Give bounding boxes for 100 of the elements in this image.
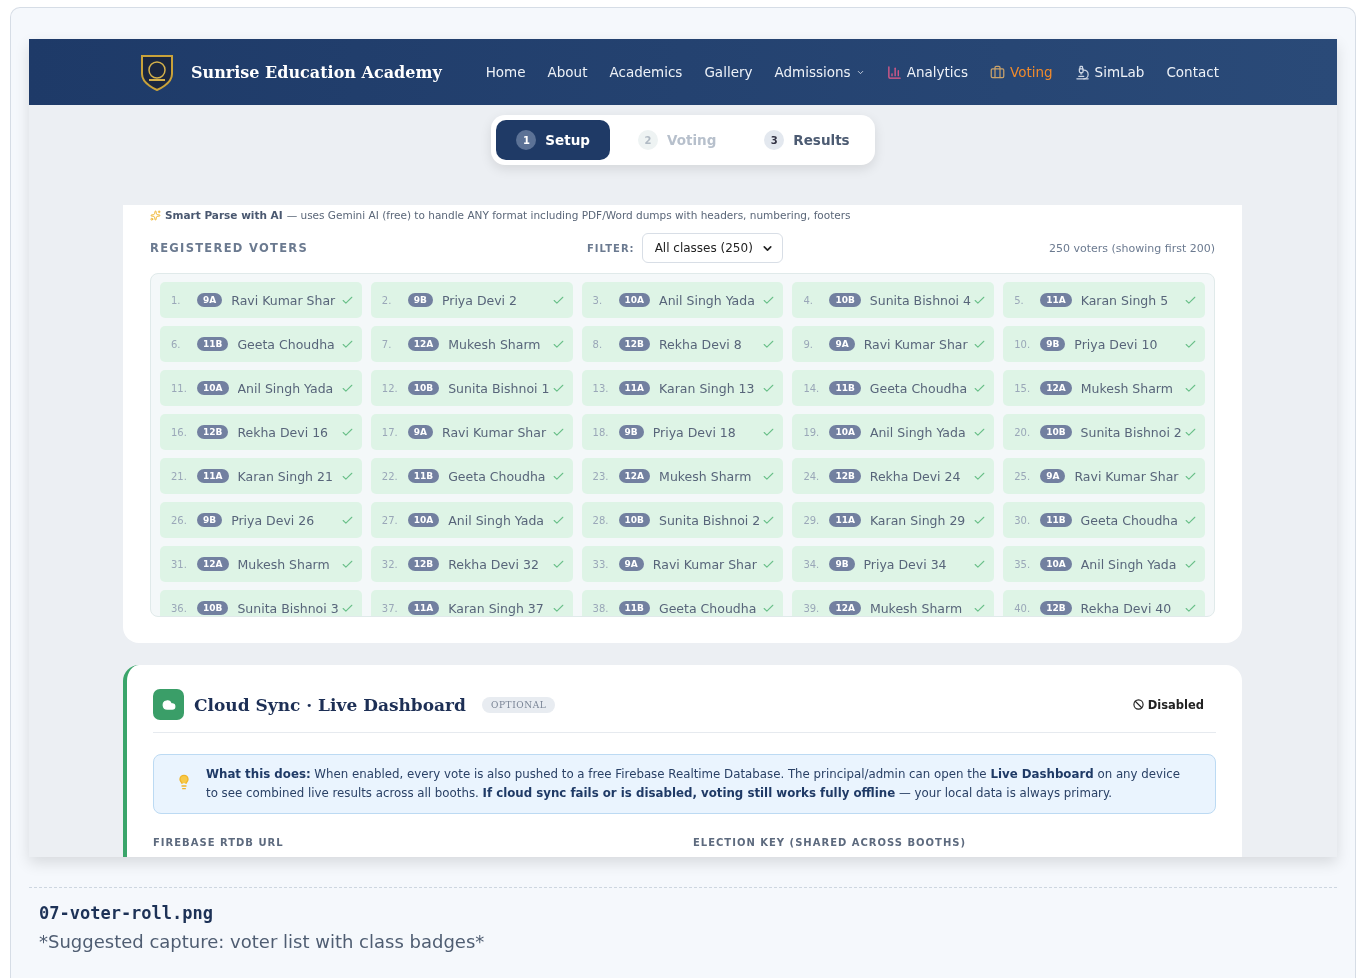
voter-number: 2. [381, 294, 393, 306]
class-badge: 12A [829, 601, 861, 615]
voter-number: 38. [592, 602, 610, 614]
voter-name: Sunita Bishnoi 4 [869, 292, 973, 308]
voter-number: 1. [171, 294, 182, 306]
voter-name: Rekha Devi 8 [659, 336, 743, 352]
voter-number: 22. [381, 470, 399, 482]
nav-link[interactable]: Admissions [774, 64, 865, 80]
voter-name: Sunita Bishnoi 1 [448, 380, 551, 396]
voter-number: 3. [592, 294, 604, 306]
voter-number: 34. [803, 558, 821, 570]
class-badge: 11A [618, 381, 651, 395]
caption-text: *Suggested capture: voter list with class badges* [39, 931, 486, 952]
step-number: 3 [764, 130, 785, 150]
class-badge: 11B [618, 601, 650, 615]
voter-number: 14. [803, 382, 821, 394]
voter-name: Mukesh Sharm [448, 336, 542, 352]
class-badge: 9A [407, 425, 434, 439]
voter-number: 11. [171, 382, 188, 394]
step-tab[interactable]: 1 Setup [496, 120, 610, 160]
voter-number: 32. [381, 558, 399, 570]
class-badge: 9B [197, 513, 223, 527]
class-badge: 9B [618, 425, 644, 439]
voter-name: Karan Singh 5 [1080, 292, 1170, 308]
voter-number: 12. [381, 382, 399, 394]
class-badge: 12A [1040, 381, 1072, 395]
class-badge: 11A [197, 469, 229, 483]
class-filter-select[interactable]: All classes (250) [641, 233, 783, 263]
disabled-icon [1132, 699, 1144, 710]
file-name: 07-voter-roll.png [39, 903, 214, 923]
nav-link[interactable]: Gallery [704, 64, 753, 80]
class-badge: 12A [407, 337, 440, 351]
voter-number: 19. [803, 426, 821, 438]
voter-name: Mukesh Sharm [1080, 380, 1174, 396]
voter-number: 5. [1014, 294, 1025, 306]
section-title: REGISTERED VOTERS [150, 241, 310, 255]
voter-number: 40. [1014, 602, 1032, 614]
nav-link[interactable]: About [547, 64, 588, 80]
brand-name[interactable]: Sunrise Education Academy [191, 62, 442, 82]
voter-name: Karan Singh 13 [659, 380, 756, 396]
voter-name: Karan Singh 37 [448, 600, 545, 616]
voter-name: Karan Singh 21 [237, 468, 334, 484]
nav-link[interactable]: Home [485, 64, 526, 80]
class-badge: 11B [829, 381, 861, 395]
voter-number: 17. [381, 426, 399, 438]
voter-count: 250 voters (showing first 200) [1048, 241, 1215, 255]
school-crest-logo [139, 52, 175, 92]
voter-number: 26. [171, 514, 188, 526]
field-label: ELECTION KEY (SHARED ACROSS BOOTHS) [693, 837, 968, 848]
smart-parse-title: Smart Parse with AI [165, 209, 283, 221]
voter-number: 18. [592, 426, 610, 438]
voter-name: Anil Singh Yada [448, 512, 546, 528]
voter-name: Mukesh Sharm [659, 468, 753, 484]
optional-badge: OPTIONAL [481, 696, 556, 713]
voter-name: Sunita Bishnoi 2 [659, 512, 762, 528]
voter-name: Geeta Choudha [659, 600, 758, 616]
voter-name: Sunita Bishnoi 3 [237, 600, 340, 616]
class-badge: 11B [1040, 513, 1072, 527]
voter-number: 27. [381, 514, 399, 526]
class-badge: 10B [1040, 425, 1072, 439]
voter-name: Rekha Devi 32 [448, 556, 540, 572]
nav-link[interactable]: Contact [1166, 64, 1219, 80]
class-badge: 9A [618, 557, 644, 571]
voter-number: 21. [171, 470, 188, 482]
voter-number: 7. [381, 338, 393, 350]
voter-name: Priya Devi 10 [1074, 336, 1159, 352]
voter-number: 39. [803, 602, 821, 614]
class-badge: 9A [197, 293, 223, 307]
nav-link[interactable]: Analytics [886, 64, 968, 80]
voter-number: 16. [171, 426, 188, 438]
voter-number: 30. [1014, 514, 1032, 526]
class-badge: 12B [829, 469, 861, 483]
nav-link[interactable]: Voting [989, 64, 1053, 80]
voter-number: 4. [803, 294, 814, 306]
class-badge: 10A [197, 381, 229, 395]
voter-number: 6. [171, 338, 182, 350]
voter-number: 25. [1014, 470, 1032, 482]
step-tab[interactable]: 3 Results [744, 120, 870, 160]
voter-name: Rekha Devi 24 [869, 468, 962, 484]
voter-number: 37. [381, 602, 399, 614]
class-badge: 12B [1040, 601, 1072, 615]
lightbulb-icon [176, 774, 192, 790]
class-badge: 9B [829, 557, 855, 571]
nav-link[interactable]: Academics [609, 64, 683, 80]
step-number: 1 [516, 130, 537, 150]
voter-name: Rekha Devi 40 [1080, 600, 1173, 616]
class-badge: 10B [618, 513, 650, 527]
voter-name: Mukesh Sharm [869, 600, 964, 616]
cloud-icon [153, 689, 184, 720]
voter-name: Anil Singh Yada [869, 424, 967, 440]
nav-link[interactable]: SimLab [1074, 64, 1145, 80]
voter-name: Ravi Kumar Shar [442, 424, 548, 440]
class-badge: 11A [407, 601, 440, 615]
voter-number: 35. [1014, 558, 1032, 570]
voter-name: Anil Singh Yada [659, 292, 756, 308]
sync-status: Disabled [1147, 697, 1204, 712]
class-badge: 11B [197, 337, 229, 351]
voter-name: Mukesh Sharm [237, 556, 331, 572]
voter-name: Ravi Kumar Shar [652, 556, 758, 572]
card-title: Cloud Sync · Live Dashboard [194, 694, 466, 715]
